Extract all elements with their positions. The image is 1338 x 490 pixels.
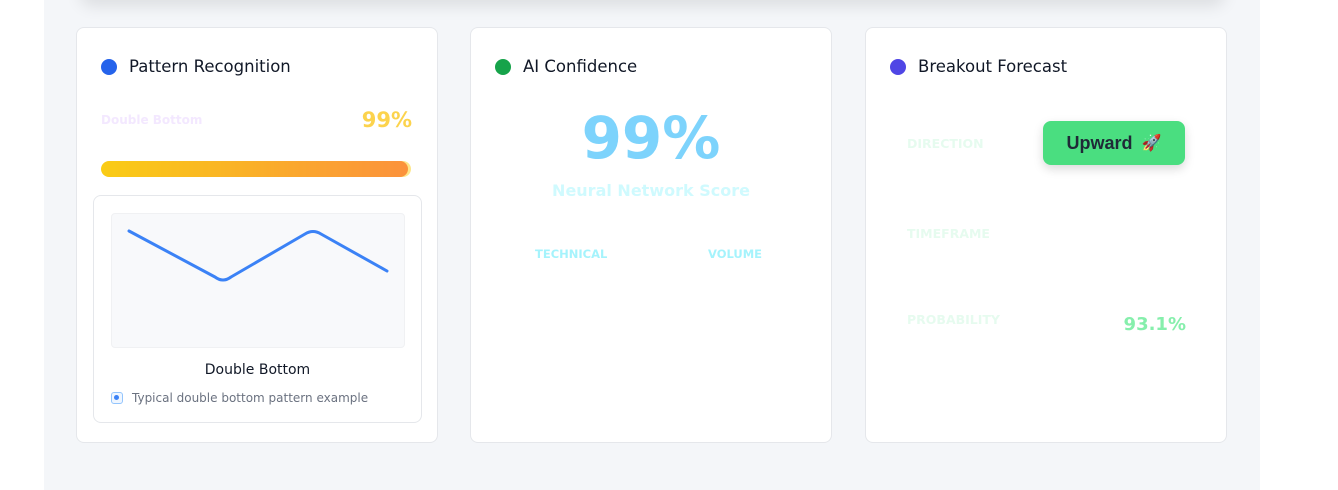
- status-dot: [101, 58, 117, 75]
- metric-volume-label: VOLUME: [708, 247, 763, 261]
- example-title: Double Bottom: [204, 362, 311, 378]
- double-bottom-line-chart: [127, 229, 389, 282]
- card-title: AI Confidence: [523, 57, 638, 76]
- pattern-example-chart: [111, 213, 405, 348]
- breakout-forecast-card: Breakout Forecast DIRECTION Upward 🚀 TIM…: [865, 27, 1227, 443]
- pattern-name: Double Bottom: [101, 113, 203, 127]
- info-icon: [111, 392, 123, 404]
- pattern-example-box: Double Bottom Typical double bottom patt…: [93, 195, 422, 423]
- direction-value: Upward: [1066, 132, 1133, 153]
- probability-label: PROBABILITY: [907, 312, 1000, 327]
- direction-label: DIRECTION: [907, 136, 984, 151]
- card-header: Pattern Recognition: [101, 57, 291, 76]
- pattern-line: [127, 229, 389, 282]
- probability-value: 93.1%: [1123, 314, 1186, 335]
- pattern-confidence: 99%: [361, 108, 412, 132]
- timeframe-label: TIMEFRAME: [907, 226, 990, 241]
- score-label: Neural Network Score: [552, 181, 750, 200]
- pattern-recognition-card: Pattern Recognition Double Bottom 99% Do…: [76, 27, 438, 443]
- ai-confidence-card: AI Confidence 99% Neural Network Score T…: [470, 27, 832, 443]
- status-dot: [495, 58, 511, 75]
- confidence-progress-bar: [101, 161, 411, 177]
- confidence-score: 99%: [581, 104, 721, 172]
- status-dot: [890, 58, 906, 75]
- metric-technical-label: TECHNICAL: [535, 247, 608, 261]
- card-header: Breakout Forecast: [890, 57, 1067, 76]
- card-header: AI Confidence: [495, 57, 637, 76]
- card-title: Breakout Forecast: [918, 57, 1068, 76]
- progress-fill: [101, 161, 408, 177]
- example-caption-row: Typical double bottom pattern example: [111, 391, 368, 405]
- direction-upward-button[interactable]: Upward 🚀: [1043, 121, 1185, 165]
- example-caption: Typical double bottom pattern example: [132, 391, 369, 405]
- rocket-icon: 🚀: [1141, 135, 1162, 152]
- card-title: Pattern Recognition: [129, 57, 291, 76]
